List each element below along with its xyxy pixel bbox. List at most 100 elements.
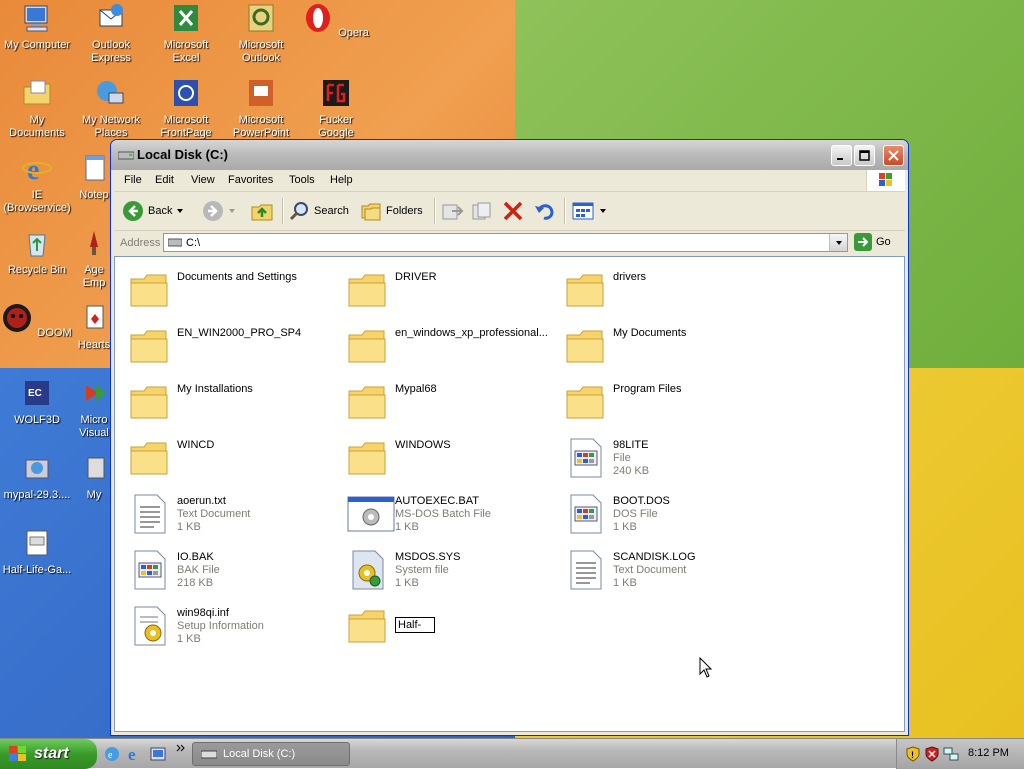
chevron-down-icon[interactable] bbox=[599, 207, 607, 215]
search-button[interactable]: Search bbox=[288, 199, 349, 223]
chevron-down-icon[interactable] bbox=[228, 207, 236, 215]
back-button[interactable]: Back bbox=[122, 199, 184, 223]
file-item[interactable]: MSDOS.SYS System file 1 KB bbox=[339, 545, 549, 593]
start-button[interactable]: start bbox=[0, 739, 97, 769]
svg-text:!: ! bbox=[911, 750, 914, 760]
up-folder-button[interactable] bbox=[250, 199, 274, 223]
desktop-icon-wolf3d[interactable]: EC WOLF3D bbox=[0, 377, 74, 427]
desktop-icon-ie[interactable]: e IE (Browservice) bbox=[0, 152, 74, 215]
go-button[interactable]: Go bbox=[854, 233, 891, 251]
desktop-icon-visual-studio[interactable]: Micro Visual bbox=[74, 377, 114, 440]
file-item[interactable]: en_windows_xp_professional... bbox=[339, 321, 549, 369]
close-button[interactable] bbox=[883, 145, 904, 166]
windows-flag-icon bbox=[9, 746, 26, 761]
file-item[interactable]: Half- bbox=[339, 601, 549, 649]
file-item[interactable]: AUTOEXEC.BAT MS-DOS Batch File 1 KB bbox=[339, 489, 549, 537]
network-connection-icon[interactable] bbox=[943, 746, 959, 762]
desktop-icon-my-documents[interactable]: My Documents bbox=[0, 77, 74, 140]
outlook-icon bbox=[248, 4, 274, 32]
menu-favorites[interactable]: Favorites bbox=[228, 174, 273, 186]
computer-icon bbox=[24, 5, 48, 32]
file-item[interactable]: EN_WIN2000_PRO_SP4 bbox=[121, 321, 331, 369]
file-item[interactable]: Mypal68 bbox=[339, 377, 549, 425]
desktop-icon-half-life[interactable]: Half-Life-Ga... bbox=[0, 527, 74, 577]
desktop-icon-recycle-bin[interactable]: Recycle Bin bbox=[0, 227, 74, 277]
file-item[interactable]: Documents and Settings bbox=[121, 265, 331, 313]
minimize-button[interactable] bbox=[831, 145, 852, 166]
file-info: EN_WIN2000_PRO_SP4 bbox=[177, 327, 301, 340]
maximize-button[interactable] bbox=[854, 145, 875, 166]
desktop-icon-mypal-installer[interactable]: mypal-29.3.... bbox=[0, 452, 74, 502]
folder-icon bbox=[347, 269, 387, 311]
file-type: DOS File bbox=[613, 508, 658, 520]
menu-help[interactable]: Help bbox=[330, 174, 353, 186]
file-list[interactable]: Documents and Settings DRIVER drivers EN_WI… bbox=[114, 256, 905, 732]
explorer-window[interactable]: Local Disk (C:) File Edit View Favorites… bbox=[110, 139, 909, 736]
security-alert-icon[interactable] bbox=[924, 746, 940, 762]
file-item[interactable]: BOOT.DOS DOS File 1 KB bbox=[557, 489, 767, 537]
shield-warning-icon[interactable]: ! bbox=[905, 746, 921, 762]
folders-button[interactable]: Folders bbox=[360, 199, 423, 223]
go-arrow-icon bbox=[854, 233, 872, 251]
file-item[interactable]: DRIVER bbox=[339, 265, 549, 313]
address-dropdown-button[interactable] bbox=[829, 234, 847, 251]
menu-edit[interactable]: Edit bbox=[155, 174, 174, 186]
desktop-icon-outlook-express[interactable]: Outlook Express bbox=[74, 2, 148, 65]
half-life-file-icon bbox=[26, 530, 48, 556]
desktop-icon-outlook[interactable]: Microsoft Outlook bbox=[224, 2, 298, 65]
desktop-icon-shortcut[interactable]: My bbox=[74, 452, 114, 502]
menu-tools[interactable]: Tools bbox=[289, 174, 315, 186]
file-item[interactable]: My Installations bbox=[121, 377, 331, 425]
folder-up-icon bbox=[251, 204, 273, 221]
folder-icon bbox=[129, 325, 169, 367]
desktop-icon-powerpoint[interactable]: Microsoft PowerPoint bbox=[224, 77, 298, 140]
taskbar-item-local-disk[interactable]: Local Disk (C:) bbox=[192, 742, 350, 766]
chevron-down-icon[interactable] bbox=[176, 207, 184, 215]
desktop-icon-excel[interactable]: Microsoft Excel bbox=[149, 2, 223, 65]
desktop-icon-hearts[interactable]: Hearts bbox=[74, 302, 114, 352]
file-info: Program Files bbox=[613, 383, 681, 396]
address-input[interactable]: C:\ bbox=[163, 233, 848, 252]
desktop-icon-notepad[interactable]: Notep bbox=[74, 152, 114, 202]
desktop-icon-network[interactable]: My Network Places bbox=[74, 77, 148, 140]
undo-button[interactable] bbox=[533, 199, 557, 223]
menu-view[interactable]: View bbox=[191, 174, 215, 186]
file-info: IO.BAK BAK File 218 KB bbox=[177, 551, 220, 590]
file-item[interactable]: SCANDISK.LOG Text Document 1 KB bbox=[557, 545, 767, 593]
delete-button[interactable] bbox=[502, 199, 524, 223]
menu-file[interactable]: File bbox=[124, 174, 142, 186]
desktop-icon-my-computer[interactable]: My Computer bbox=[0, 2, 74, 52]
rename-input[interactable]: Half- bbox=[395, 617, 435, 633]
forward-button[interactable] bbox=[202, 199, 236, 223]
title-bar[interactable]: Local Disk (C:) bbox=[111, 140, 908, 170]
shortcut-icon bbox=[87, 457, 105, 479]
file-item[interactable]: drivers bbox=[557, 265, 767, 313]
desktop-icon-doom[interactable]: DOOM bbox=[0, 302, 74, 340]
quicklaunch-explorer-icon[interactable] bbox=[149, 745, 167, 763]
file-info: AUTOEXEC.BAT MS-DOS Batch File 1 KB bbox=[395, 495, 491, 534]
window-title: Local Disk (C:) bbox=[137, 147, 229, 162]
copy-to-button[interactable] bbox=[470, 199, 494, 223]
quicklaunch-show-desktop-icon[interactable]: e bbox=[103, 745, 121, 763]
move-to-button[interactable] bbox=[440, 199, 464, 223]
chevron-double-right-icon[interactable] bbox=[176, 744, 186, 752]
quicklaunch-ie-icon[interactable]: e bbox=[126, 745, 144, 763]
desktop-icon-frontpage[interactable]: Microsoft FrontPage bbox=[149, 77, 223, 140]
file-item[interactable]: WINDOWS bbox=[339, 433, 549, 481]
file-item[interactable]: WINCD bbox=[121, 433, 331, 481]
address-label: Address bbox=[120, 237, 161, 249]
file-size: 1 KB bbox=[177, 521, 201, 533]
file-item[interactable]: win98qi.inf Setup Information 1 KB bbox=[121, 601, 331, 649]
file-item[interactable]: My Documents bbox=[557, 321, 767, 369]
hearts-icon bbox=[86, 305, 104, 329]
file-info: 98LITE File 240 KB bbox=[613, 439, 649, 478]
views-button[interactable] bbox=[571, 199, 607, 223]
file-item[interactable]: 98LITE File 240 KB bbox=[557, 433, 767, 481]
file-item[interactable]: aoerun.txt Text Document 1 KB bbox=[121, 489, 331, 537]
desktop-icon-opera[interactable]: Opera bbox=[299, 2, 373, 40]
file-type: BAK File bbox=[177, 564, 220, 576]
file-item[interactable]: Program Files bbox=[557, 377, 767, 425]
address-value: C:\ bbox=[186, 237, 201, 249]
file-item[interactable]: IO.BAK BAK File 218 KB bbox=[121, 545, 331, 593]
desktop-icon-age-of-empires[interactable]: Age Emp bbox=[74, 227, 114, 290]
